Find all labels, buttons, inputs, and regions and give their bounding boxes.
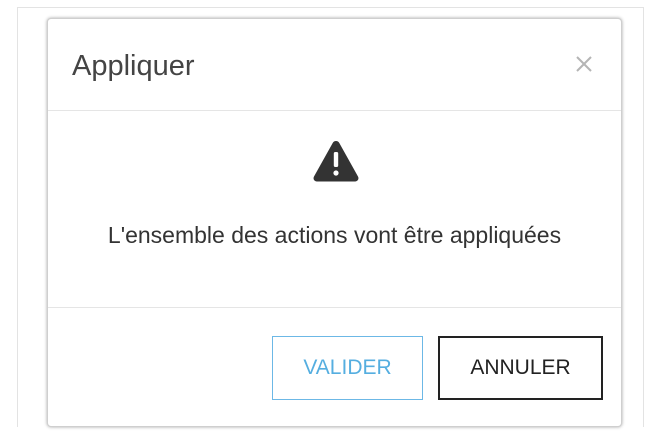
apply-dialog: Appliquer L'ensemble des actions vont êt…	[47, 18, 622, 427]
dialog-footer: VALIDER ANNULER	[48, 308, 621, 426]
dialog-message: L'ensemble des actions vont être appliqu…	[107, 222, 562, 248]
cancel-button[interactable]: ANNULER	[438, 336, 603, 400]
close-icon	[576, 56, 592, 72]
dialog-title: Appliquer	[72, 50, 195, 82]
close-button[interactable]	[567, 47, 601, 81]
dialog-body: L'ensemble des actions vont être appliqu…	[48, 111, 621, 308]
dialog-header: Appliquer	[48, 19, 621, 111]
validate-button[interactable]: VALIDER	[272, 336, 423, 400]
warning-icon	[313, 141, 359, 182]
